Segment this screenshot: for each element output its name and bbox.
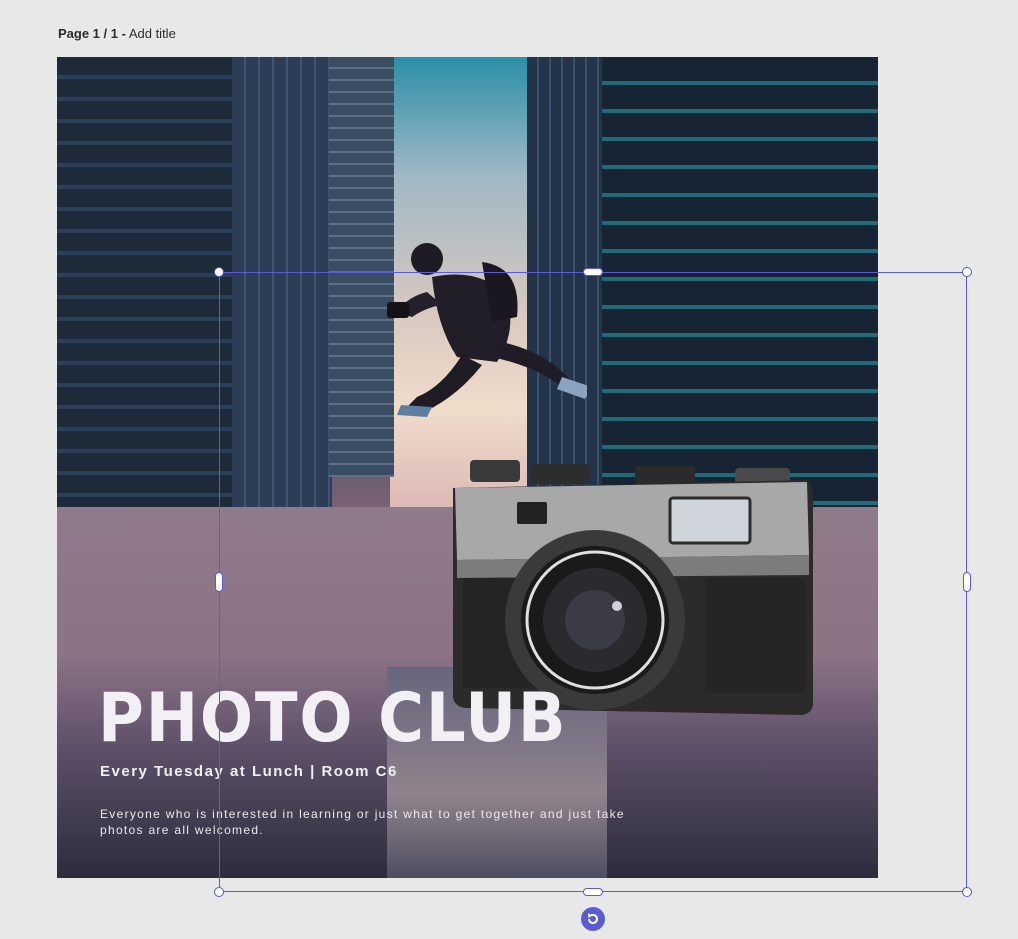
resize-handle-top[interactable]: [583, 268, 603, 276]
resize-handle-bottom-right[interactable]: [962, 887, 972, 897]
selection-box[interactable]: [219, 272, 967, 892]
resize-handle-bottom[interactable]: [583, 888, 603, 896]
page-indicator: Page 1 / 1 -: [58, 26, 126, 41]
rotate-icon: [588, 913, 598, 924]
add-title-field[interactable]: Add title: [129, 26, 176, 41]
resize-handle-top-left[interactable]: [214, 267, 224, 277]
page-header: Page 1 / 1 - Add title: [58, 26, 176, 41]
rotate-button[interactable]: [581, 907, 605, 931]
resize-handle-bottom-left[interactable]: [214, 887, 224, 897]
building-left: [57, 57, 237, 527]
resize-handle-right[interactable]: [963, 572, 971, 592]
resize-handle-left[interactable]: [215, 572, 223, 592]
resize-handle-top-right[interactable]: [962, 267, 972, 277]
